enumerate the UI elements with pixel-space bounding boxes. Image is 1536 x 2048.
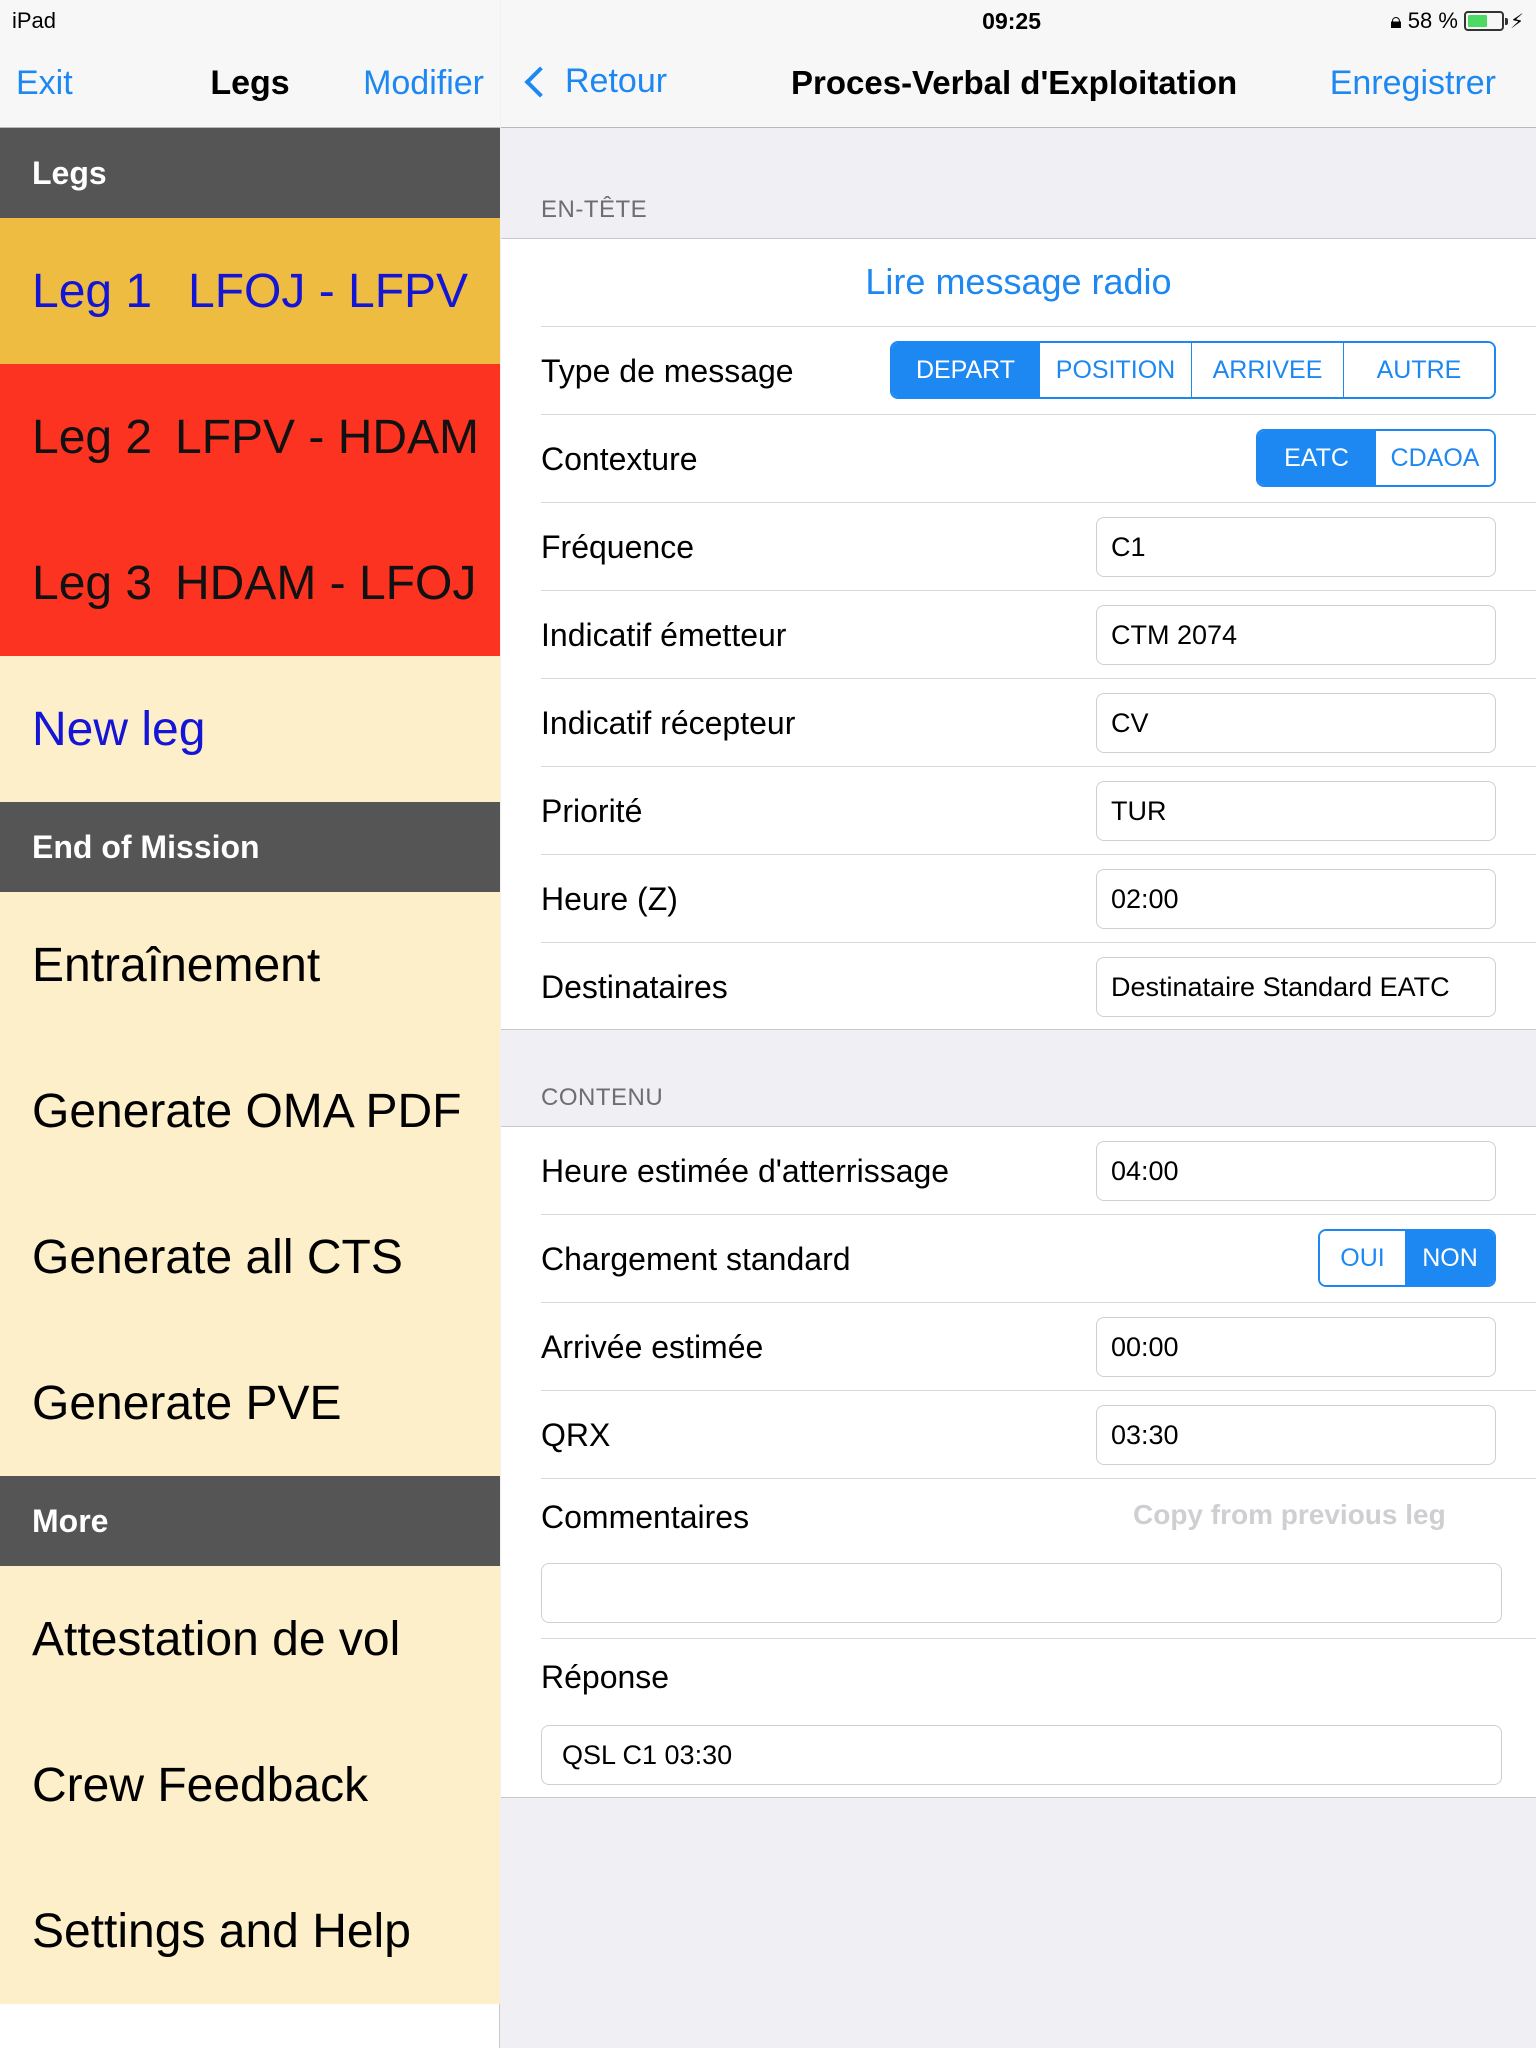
- leg-route: HDAM - LFOJ: [175, 556, 477, 610]
- menu-item-entrainement[interactable]: Entraînement: [0, 892, 500, 1038]
- section-label-en-tete: EN-TÊTE: [541, 196, 648, 223]
- status-bar-right: 09:25 🔒︎ 58 % ⚡︎: [501, 0, 1536, 40]
- master-pane: iPad Exit Legs Modifier Legs Leg 1 LFOJ …: [0, 0, 500, 2048]
- leg-number: Leg 3: [32, 556, 153, 610]
- legs-nav-bar: Exit Legs Modifier: [0, 40, 500, 128]
- header-table: Lire message radio Type de message DEPAR…: [501, 238, 1536, 1030]
- menu-item-crew-feedback[interactable]: Crew Feedback: [0, 1712, 500, 1858]
- menu-item-generate-pve[interactable]: Generate PVE: [0, 1330, 500, 1476]
- destinataires-row: Destinataires Destinataire Standard EATC: [541, 943, 1536, 1031]
- copy-from-previous-leg-button[interactable]: Copy from previous leg: [1133, 1499, 1446, 1531]
- leg-route: LFPV - HDAM: [175, 410, 480, 464]
- heure-field[interactable]: 02:00: [1096, 869, 1496, 929]
- section-header-end-of-mission: End of Mission: [0, 802, 500, 892]
- modifier-button[interactable]: Modifier: [363, 64, 484, 103]
- qrx-row: QRX 03:30: [541, 1391, 1536, 1479]
- menu-item-attestation-de-vol[interactable]: Attestation de vol: [0, 1566, 500, 1712]
- charging-bolt-icon: ⚡︎: [1509, 10, 1524, 33]
- arrivee-field[interactable]: 00:00: [1096, 1317, 1496, 1377]
- indicatif-emetteur-row: Indicatif émetteur CTM 2074: [541, 591, 1536, 679]
- back-button[interactable]: Retour: [521, 62, 667, 101]
- qrx-label: QRX: [541, 1417, 611, 1453]
- destinataires-label: Destinataires: [541, 969, 728, 1005]
- chargement-row: Chargement standard OUI NON: [541, 1215, 1536, 1303]
- leg-number: Leg 1: [32, 264, 153, 318]
- message-type-row: Type de message DEPART POSITION ARRIVEE …: [541, 327, 1536, 415]
- chevron-left-icon: [524, 65, 556, 98]
- heure-estimee-row: Heure estimée d'atterrissage 04:00: [541, 1127, 1536, 1215]
- indicatif-emetteur-label: Indicatif émetteur: [541, 617, 787, 653]
- chargement-label: Chargement standard: [541, 1241, 851, 1277]
- segment-cdaoa[interactable]: CDAOA: [1376, 431, 1494, 485]
- leg-row-3[interactable]: Leg 3 HDAM - LFOJ: [0, 510, 500, 656]
- pve-nav-bar: Retour Proces-Verbal d'Exploitation Enre…: [501, 40, 1536, 128]
- destinataires-field[interactable]: Destinataire Standard EATC: [1096, 957, 1496, 1017]
- leg-route: LFOJ - LFPV: [188, 264, 469, 318]
- section-label-contenu: CONTENU: [541, 1084, 664, 1111]
- commentaires-label: Commentaires: [541, 1499, 750, 1535]
- indicatif-recepteur-field[interactable]: CV: [1096, 693, 1496, 753]
- arrivee-row: Arrivée estimée 00:00: [541, 1303, 1536, 1391]
- indicatif-recepteur-label: Indicatif récepteur: [541, 705, 796, 741]
- battery-indicator: 🔒︎ 58 % ⚡︎: [1390, 8, 1524, 34]
- section-header-more: More: [0, 1476, 500, 1566]
- page-title: Proces-Verbal d'Exploitation: [791, 64, 1238, 101]
- back-label: Retour: [565, 62, 668, 100]
- rotation-lock-icon: 🔒︎: [1390, 8, 1402, 33]
- commentaires-field[interactable]: [541, 1563, 1502, 1623]
- leg-number: Leg 2: [32, 410, 153, 464]
- frequence-row: Fréquence C1: [541, 503, 1536, 591]
- screen: iPad Exit Legs Modifier Legs Leg 1 LFOJ …: [0, 0, 1536, 2048]
- menu-item-generate-oma-pdf[interactable]: Generate OMA PDF: [0, 1038, 500, 1184]
- frequence-label: Fréquence: [541, 529, 694, 565]
- contexture-row: Contexture EATC CDAOA: [541, 415, 1536, 503]
- heure-row: Heure (Z) 02:00: [541, 855, 1536, 943]
- leg-row-2[interactable]: Leg 2 LFPV - HDAM: [0, 364, 500, 510]
- message-type-segmented-control[interactable]: DEPART POSITION ARRIVEE AUTRE: [890, 341, 1496, 399]
- heure-estimee-label: Heure estimée d'atterrissage: [541, 1153, 950, 1189]
- indicatif-emetteur-field[interactable]: CTM 2074: [1096, 605, 1496, 665]
- device-name: iPad: [12, 8, 57, 33]
- frequence-field[interactable]: C1: [1096, 517, 1496, 577]
- segment-autre[interactable]: AUTRE: [1344, 343, 1494, 397]
- leg-row-1[interactable]: Leg 1 LFOJ - LFPV: [0, 218, 500, 364]
- reponse-label: Réponse: [541, 1659, 670, 1695]
- detail-pane: 09:25 🔒︎ 58 % ⚡︎ Retour Proces-Verbal d'…: [501, 0, 1536, 2048]
- contexture-label: Contexture: [541, 441, 698, 477]
- segment-position[interactable]: POSITION: [1040, 343, 1192, 397]
- reponse-field[interactable]: QSL C1 03:30: [541, 1725, 1502, 1785]
- arrivee-label: Arrivée estimée: [541, 1329, 764, 1365]
- heure-label: Heure (Z): [541, 881, 678, 917]
- priorite-row: Priorité TUR: [541, 767, 1536, 855]
- priorite-field[interactable]: TUR: [1096, 781, 1496, 841]
- indicatif-recepteur-row: Indicatif récepteur CV: [541, 679, 1536, 767]
- status-bar-left: iPad: [0, 0, 500, 40]
- chargement-segmented-control[interactable]: OUI NON: [1318, 1229, 1496, 1287]
- priorite-label: Priorité: [541, 793, 643, 829]
- battery-icon: [1463, 11, 1508, 31]
- heure-estimee-field[interactable]: 04:00: [1096, 1141, 1496, 1201]
- segment-oui[interactable]: OUI: [1320, 1231, 1406, 1285]
- battery-percent: 58 %: [1407, 8, 1458, 33]
- read-radio-row[interactable]: Lire message radio: [541, 239, 1536, 327]
- section-header-legs: Legs: [0, 128, 500, 218]
- message-type-label: Type de message: [541, 353, 794, 389]
- segment-arrivee[interactable]: ARRIVEE: [1192, 343, 1344, 397]
- menu-item-generate-all-cts[interactable]: Generate all CTS: [0, 1184, 500, 1330]
- content-table: Heure estimée d'atterrissage 04:00 Charg…: [501, 1126, 1536, 1798]
- read-radio-message-button[interactable]: Lire message radio: [541, 261, 1496, 303]
- menu-item-settings-and-help[interactable]: Settings and Help: [0, 1858, 500, 2004]
- status-time: 09:25: [982, 8, 1041, 34]
- segment-depart[interactable]: DEPART: [892, 343, 1040, 397]
- segment-non[interactable]: NON: [1406, 1231, 1494, 1285]
- segment-eatc[interactable]: EATC: [1258, 431, 1376, 485]
- new-leg-button[interactable]: New leg: [0, 656, 500, 802]
- contexture-segmented-control[interactable]: EATC CDAOA: [1256, 429, 1496, 487]
- qrx-field[interactable]: 03:30: [1096, 1405, 1496, 1465]
- save-button[interactable]: Enregistrer: [1330, 64, 1496, 103]
